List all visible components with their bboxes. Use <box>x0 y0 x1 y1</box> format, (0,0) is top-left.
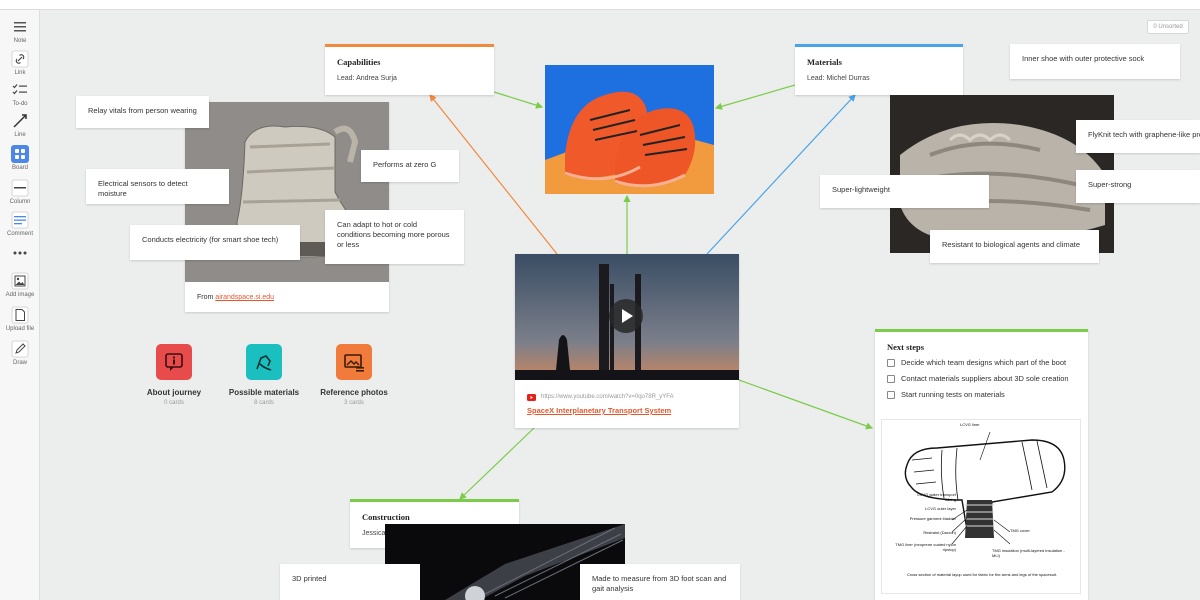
diagram-label: TMG cover <box>1010 528 1030 533</box>
note-text: Can adapt to hot or cold conditions beco… <box>337 220 450 249</box>
connector-video-construction <box>459 427 535 500</box>
note-conducts-electricity[interactable]: Conducts electricity (for smart shoe tec… <box>130 225 300 260</box>
note-text: Relay vitals from person wearing <box>88 106 197 115</box>
diagram-label: TMG liner (neoprene coated nylon ripstop… <box>895 542 956 552</box>
unsorted-badge[interactable]: 0 Unsorted <box>1147 20 1189 34</box>
todo-item[interactable]: Contact materials suppliers about 3D sol… <box>887 374 1076 384</box>
board-possible-materials[interactable]: Possible materials 8 cards <box>224 344 304 406</box>
play-button[interactable] <box>609 299 643 333</box>
unsorted-label: Unsorted <box>1158 24 1183 30</box>
note-made-to-measure[interactable]: Made to measure from 3D foot scan and ga… <box>580 564 740 600</box>
airandspace-link[interactable]: airandspace.si.edu <box>215 294 274 301</box>
diagram-label: LCVG outer layer <box>925 506 956 511</box>
note-super-strong[interactable]: Super-strong <box>1076 170 1200 203</box>
board-tile <box>246 344 282 380</box>
note-text: Performs at zero G <box>373 160 437 169</box>
note-flyknit[interactable]: FlyKnit tech with graphene-like pro <box>1076 120 1200 153</box>
play-icon <box>622 309 633 323</box>
note-text: Super-strong <box>1088 180 1132 189</box>
materials-card[interactable]: Materials Lead: Michel Durras <box>795 44 963 95</box>
board-title: Possible materials <box>228 388 300 397</box>
note-electrical-sensors[interactable]: Electrical sensors to detect moisture <box>86 169 229 204</box>
capabilities-title: Capabilities <box>337 57 381 67</box>
pen-icon <box>256 355 272 371</box>
note-text: Electrical sensors to detect moisture <box>98 179 188 198</box>
next-steps-title: Next steps <box>887 342 925 352</box>
diagram-label: TMG insulation (multi-layered insulation… <box>992 548 1065 558</box>
note-text: Conducts electricity (for smart shoe tec… <box>142 235 279 244</box>
diagram-caption: Cross section of material layup used for… <box>906 572 1058 577</box>
note-relay-vitals[interactable]: Relay vitals from person wearing <box>76 96 209 128</box>
materials-title: Materials <box>807 57 842 67</box>
diagram-label: LCVG liner <box>960 422 980 427</box>
youtube-icon <box>527 393 536 401</box>
capabilities-card[interactable]: Capabilities Lead: Andrea Surja <box>325 44 494 95</box>
boot-photo-source: From airandspace.si.edu <box>197 293 274 303</box>
video-url-row: https://www.youtube.com/watch?v=0qo78R_y… <box>527 392 674 402</box>
info-icon <box>165 353 183 371</box>
note-text: FlyKnit tech with graphene-like pro <box>1088 130 1200 139</box>
note-text: Inner shoe with outer protective sock <box>1022 54 1145 63</box>
board-tile <box>156 344 192 380</box>
diagram-label: Restraint (Dacron) <box>923 530 956 535</box>
board-title: About journey <box>146 388 202 397</box>
next-steps-card[interactable]: Next steps Decide which team designs whi… <box>875 329 1088 600</box>
checkbox[interactable] <box>887 359 895 367</box>
note-text: 3D printed <box>292 574 327 583</box>
note-text: Resistant to biological agents and clima… <box>942 240 1080 249</box>
note-text: Super-lightweight <box>832 185 890 194</box>
photos-icon <box>344 354 364 372</box>
todo-text: Start running tests on materials <box>901 390 1005 399</box>
note-3d-printed[interactable]: 3D printed <box>280 564 420 600</box>
todo-item[interactable]: Decide which team designs which part of … <box>887 358 1076 368</box>
note-text: Made to measure from 3D foot scan and ga… <box>592 574 727 593</box>
unsorted-count: 0 <box>1153 24 1157 30</box>
todo-item[interactable]: Start running tests on materials <box>887 390 1076 400</box>
orange-sneakers-image[interactable] <box>545 65 714 194</box>
todo-text: Contact materials suppliers about 3D sol… <box>901 374 1069 383</box>
construction-title: Construction <box>362 512 410 522</box>
board-about-journey[interactable]: About journey 0 cards <box>134 344 214 406</box>
video-url: https://www.youtube.com/watch?v=0qo78R_y… <box>541 394 674 400</box>
board-count: 8 cards <box>254 400 274 406</box>
video-card[interactable]: https://www.youtube.com/watch?v=0qo78R_y… <box>515 254 739 428</box>
boot-photo-card[interactable]: From airandspace.si.edu <box>185 102 389 312</box>
materials-lead: Lead: Michel Durras <box>807 75 870 82</box>
diagram-label: LCVG water transport tubing <box>917 492 956 502</box>
note-super-lightweight[interactable]: Super-lightweight <box>820 175 989 208</box>
note-adapt-hot-cold[interactable]: Can adapt to hot or cold conditions beco… <box>325 210 464 264</box>
checkbox[interactable] <box>887 391 895 399</box>
note-performs-zero-g[interactable]: Performs at zero G <box>361 150 459 182</box>
note-resistant[interactable]: Resistant to biological agents and clima… <box>930 230 1099 263</box>
connector-video-next-steps <box>738 379 874 430</box>
checkbox[interactable] <box>887 375 895 383</box>
todo-text: Decide which team designs which part of … <box>901 358 1067 367</box>
board-reference-photos[interactable]: Reference photos 3 cards <box>314 344 394 406</box>
video-thumbnail[interactable] <box>515 254 739 380</box>
note-inner-shoe[interactable]: Inner shoe with outer protective sock <box>1010 44 1180 79</box>
board-tile <box>336 344 372 380</box>
spacesuit-layers-diagram: LCVG liner LCVG water transport tubing L… <box>881 419 1081 594</box>
capabilities-lead: Lead: Andrea Surja <box>337 75 397 82</box>
connector-capabilities-shoe <box>493 91 544 109</box>
board-count: 0 cards <box>164 400 184 406</box>
board-count: 3 cards <box>344 400 364 406</box>
video-title-link[interactable]: SpaceX Interplanetary Transport System <box>527 406 671 416</box>
board-title: Reference photos <box>320 388 388 397</box>
diagram-label: Pressure garment bladder <box>909 516 956 521</box>
connector-materials-shoe <box>714 84 796 110</box>
boot-photo-from: From <box>197 294 214 301</box>
